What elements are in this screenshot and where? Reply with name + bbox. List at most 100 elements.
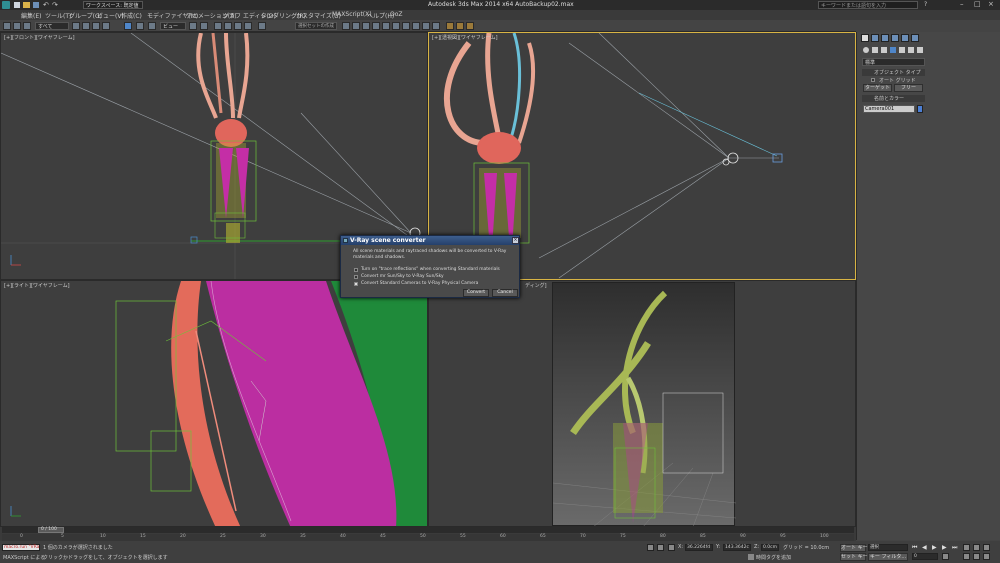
new-file-icon[interactable]: [14, 2, 20, 8]
select-link-icon[interactable]: [3, 22, 11, 30]
select-scale-icon[interactable]: [148, 22, 156, 30]
object-name-input[interactable]: Camera001: [863, 105, 915, 113]
time-tag-icon[interactable]: [748, 554, 754, 560]
lights-category-icon[interactable]: [881, 47, 887, 53]
convert-sun-sky-checkbox[interactable]: [354, 275, 358, 279]
selection-lock-icon[interactable]: [657, 544, 664, 551]
convert-cameras-checkbox[interactable]: [354, 282, 358, 286]
current-frame-field[interactable]: 0: [912, 553, 938, 560]
help-icon[interactable]: ?: [924, 1, 927, 8]
maximize-viewport-icon[interactable]: [983, 544, 990, 551]
vray-frame-buffer-icon[interactable]: [456, 22, 464, 30]
modify-tab-icon[interactable]: [871, 34, 879, 42]
go-to-start-icon[interactable]: ⏮: [912, 544, 917, 552]
reference-coord-dropdown[interactable]: ビュー: [160, 22, 186, 30]
graphite-ribbon-icon[interactable]: [372, 22, 380, 30]
cameras-category-icon[interactable]: [890, 47, 896, 53]
free-camera-button[interactable]: フリー: [894, 84, 923, 92]
geometry-category-icon[interactable]: [863, 47, 869, 53]
object-type-rollout[interactable]: オブジェクト タイプ: [862, 69, 925, 76]
viewport-camera[interactable]: ディング]: [428, 280, 856, 527]
menu-tools[interactable]: ツール(T): [45, 11, 71, 20]
percent-snap-icon[interactable]: [234, 22, 242, 30]
align-icon[interactable]: [352, 22, 360, 30]
viewport-camera-label[interactable]: ディング]: [525, 282, 547, 289]
undo-icon[interactable]: ↶: [43, 1, 49, 9]
y-coordinate-field[interactable]: 143.3642c: [723, 544, 751, 551]
create-tab-icon[interactable]: [861, 34, 869, 42]
trace-reflections-checkbox[interactable]: [354, 268, 358, 272]
category-dropdown[interactable]: 標準: [862, 58, 925, 66]
menu-create[interactable]: 作成(C): [121, 11, 142, 20]
x-coordinate-field[interactable]: 36.2264fd: [685, 544, 713, 551]
shapes-category-icon[interactable]: [872, 47, 878, 53]
set-key-button[interactable]: セット キー: [840, 553, 868, 561]
app-logo-icon[interactable]: [2, 1, 10, 9]
play-icon[interactable]: ▶: [932, 544, 937, 551]
utilities-tab-icon[interactable]: [911, 34, 919, 42]
select-object-icon[interactable]: [72, 22, 80, 30]
save-file-icon[interactable]: [33, 2, 39, 8]
mirror-icon[interactable]: [342, 22, 350, 30]
autogrid-checkbox[interactable]: [871, 78, 875, 82]
spacewarps-category-icon[interactable]: [908, 47, 914, 53]
spinner-snap-icon[interactable]: [244, 22, 252, 30]
selection-filter-dropdown[interactable]: すべて: [35, 22, 69, 30]
render-production-icon[interactable]: [432, 22, 440, 30]
time-slider-thumb[interactable]: 0 / 100: [38, 527, 64, 533]
edit-named-selection-icon[interactable]: [258, 22, 266, 30]
material-editor-icon[interactable]: [402, 22, 410, 30]
hierarchy-tab-icon[interactable]: [881, 34, 889, 42]
z-coordinate-field[interactable]: 0.0cm: [761, 544, 779, 551]
redo-icon[interactable]: ↷: [52, 1, 58, 9]
bind-space-warp-icon[interactable]: [23, 22, 31, 30]
zoom-icon[interactable]: [963, 553, 970, 560]
viewport-right-label[interactable]: [+][ライト][ワイヤフレーム]: [4, 282, 70, 289]
curve-editor-icon[interactable]: [382, 22, 390, 30]
previous-frame-icon[interactable]: ◀: [922, 544, 927, 551]
pan-view-icon[interactable]: [963, 544, 970, 551]
viewport-front-label[interactable]: [+][フロント][ワイヤフレーム]: [4, 34, 75, 41]
key-filters-button[interactable]: キー フィルタ...: [868, 553, 908, 561]
angle-snap-icon[interactable]: [224, 22, 232, 30]
motion-tab-icon[interactable]: [891, 34, 899, 42]
name-color-rollout[interactable]: 名前とカラー: [862, 95, 925, 102]
select-by-name-icon[interactable]: [82, 22, 90, 30]
key-mode-dropdown[interactable]: 選択: [868, 544, 908, 551]
menu-view[interactable]: ビュー(V): [97, 11, 124, 20]
maximize-icon[interactable]: □: [974, 0, 981, 8]
time-configuration-icon[interactable]: [942, 553, 949, 560]
minimize-icon[interactable]: –: [960, 0, 964, 8]
snaps-toggle-icon[interactable]: [214, 22, 222, 30]
unlink-icon[interactable]: [13, 22, 21, 30]
helpers-category-icon[interactable]: [899, 47, 905, 53]
orbit-icon[interactable]: [973, 544, 980, 551]
window-crossing-icon[interactable]: [102, 22, 110, 30]
display-tab-icon[interactable]: [901, 34, 909, 42]
absolute-mode-icon[interactable]: [668, 544, 675, 551]
rect-selection-icon[interactable]: [92, 22, 100, 30]
menu-edit[interactable]: 編集(E): [21, 11, 41, 20]
next-frame-icon[interactable]: ▶: [942, 544, 947, 551]
vray-lights-icon[interactable]: [466, 22, 474, 30]
select-move-icon[interactable]: [124, 22, 132, 30]
rendered-frame-icon[interactable]: [422, 22, 430, 30]
viewport-perspective-label[interactable]: [+][透視図][ワイヤフレーム]: [432, 34, 498, 41]
render-setup-icon[interactable]: [412, 22, 420, 30]
maxscript-mini-listener[interactable]: macro.run "VRa: [2, 544, 40, 551]
close-icon[interactable]: ×: [988, 0, 994, 8]
auto-key-button[interactable]: オート キー: [840, 544, 868, 552]
track-bar[interactable]: [2, 534, 854, 541]
isolate-selection-icon[interactable]: [647, 544, 654, 551]
target-camera-button[interactable]: ターゲット: [863, 84, 892, 92]
select-manipulate-icon[interactable]: [200, 22, 208, 30]
convert-button[interactable]: Convert: [463, 289, 489, 297]
cancel-button[interactable]: Cancel: [492, 289, 518, 297]
add-time-tag[interactable]: 時間タグを追加: [756, 554, 791, 561]
schematic-view-icon[interactable]: [392, 22, 400, 30]
workspace-dropdown[interactable]: ワークスペース: 既定値: [83, 1, 143, 9]
time-slider[interactable]: 0 / 100: [2, 527, 854, 533]
pivot-center-icon[interactable]: [189, 22, 197, 30]
object-color-swatch[interactable]: [917, 105, 923, 113]
field-of-view-icon[interactable]: [983, 553, 990, 560]
